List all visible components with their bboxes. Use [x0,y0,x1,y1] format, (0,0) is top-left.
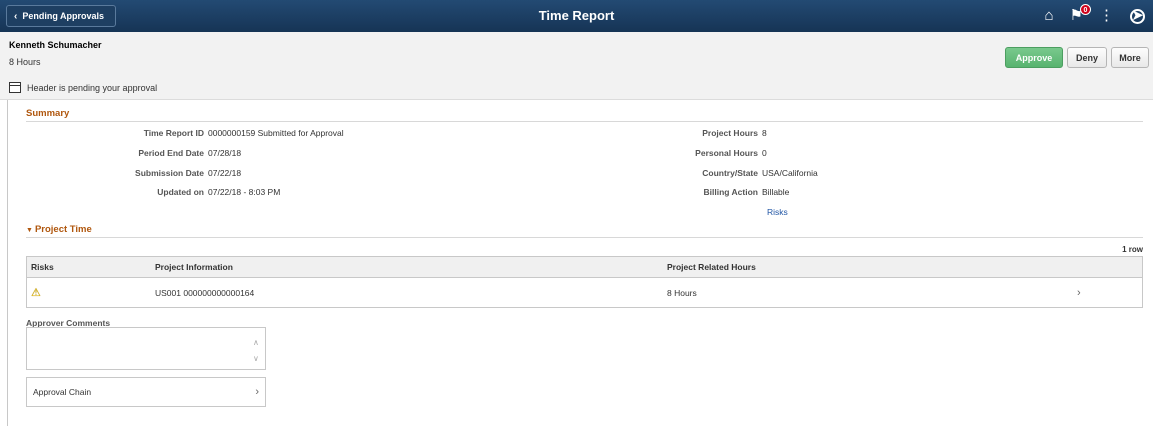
field-value: 07/28/18 [208,148,242,158]
approval-chain-row[interactable]: Approval Chain › [26,377,266,407]
risks-link[interactable]: Risks [767,207,788,217]
home-icon[interactable]: ⌂ [1044,7,1053,25]
field-value: Billable [762,187,790,197]
deny-button[interactable]: Deny [1067,47,1107,68]
notifications-flag-icon[interactable]: ⚑ 0 [1070,4,1091,25]
submission-date-field: Submission Date 07/22/18 [60,168,241,178]
field-label: Submission Date [135,168,204,178]
navbar-compass-icon[interactable]: ➤ [1130,7,1145,24]
project-time-toggle[interactable]: ▼ Project Time [26,224,92,235]
personal-hours-field: Personal Hours 0 [620,148,767,158]
updated-on-field: Updated on 07/22/18 - 8:03 PM [60,187,280,197]
actions-menu-icon[interactable]: ⋮ [1099,7,1114,25]
billing-action-field: Billing Action Billable [620,187,790,197]
banner-actions: ⌂ ⚑ 0 ⋮ ➤ [1044,4,1145,25]
back-button-label: Pending Approvals [22,11,105,21]
field-label: Country/State [702,168,758,178]
field-label: Updated on [157,187,204,197]
col-header-risks: Risks [31,262,54,272]
approve-button[interactable]: Approve [1005,47,1063,68]
caret-down-icon: ▼ [26,227,33,234]
grid-header: Risks Project Information Project Relate… [27,257,1142,278]
field-value: 0000000159 Submitted for Approval [208,128,344,138]
time-report-id-field: Time Report ID 0000000159 Submitted for … [60,128,344,138]
textarea-scroll[interactable]: ∧ ∨ [253,335,1149,367]
total-hours: 8 Hours [9,57,41,67]
field-label: Personal Hours [695,148,758,158]
window-icon [9,82,21,93]
project-hours-cell: 8 Hours [667,287,697,298]
approval-chain-label: Approval Chain [33,387,92,397]
field-value: 07/22/18 [208,168,242,178]
field-value: USA/California [762,168,818,178]
field-value: 0 [762,148,767,158]
field-value: 07/22/18 - 8:03 PM [208,187,281,197]
warning-icon: ⚠ [31,287,41,299]
row-count: 1 row [1122,245,1143,254]
employee-name: Kenneth Schumacher [9,40,102,50]
top-banner: ‹ Pending Approvals Time Report ⌂ ⚑ 0 ⋮ … [0,0,1153,32]
table-row[interactable]: ⚠ US001 000000000000164 8 Hours › [27,278,1142,307]
project-time-title: Project Time [34,224,92,235]
pending-status-text: Header is pending your approval [27,82,158,93]
field-label: Period End Date [138,148,204,158]
pending-approvals-back-button[interactable]: ‹ Pending Approvals [6,5,116,27]
period-end-date-field: Period End Date 07/28/18 [60,148,241,158]
project-info-cell: US001 000000000000164 [155,287,255,298]
approver-comments-input[interactable] [26,327,266,370]
pending-status: Header is pending your approval [9,82,157,93]
field-label: Billing Action [703,187,758,197]
project-time-grid: Risks Project Information Project Relate… [26,256,1143,308]
field-label: Project Hours [702,128,758,138]
notification-badge: 0 [1080,4,1091,15]
chevron-right-icon: › [255,386,259,398]
scroll-down-icon[interactable]: ∨ [253,351,1149,367]
country-state-field: Country/State USA/California [620,168,818,178]
left-divider [7,100,8,426]
summary-title: Summary [26,108,70,119]
project-time-divider [26,237,1143,238]
field-value: 8 [762,128,767,138]
summary-divider [26,121,1143,122]
chevron-left-icon: ‹ [14,10,18,22]
action-buttons: Approve Deny More [1005,47,1149,68]
field-label: Time Report ID [143,128,204,138]
col-header-project-related-hours: Project Related Hours [667,262,756,272]
scroll-up-icon[interactable]: ∧ [253,335,1149,351]
col-header-project-information: Project Information [155,262,233,272]
more-button[interactable]: More [1111,47,1149,68]
page-title: Time Report [538,8,615,23]
chevron-right-icon[interactable]: › [1077,278,1081,307]
project-hours-field: Project Hours 8 [620,128,767,138]
approval-header: Kenneth Schumacher 8 Hours Header is pen… [0,32,1153,100]
